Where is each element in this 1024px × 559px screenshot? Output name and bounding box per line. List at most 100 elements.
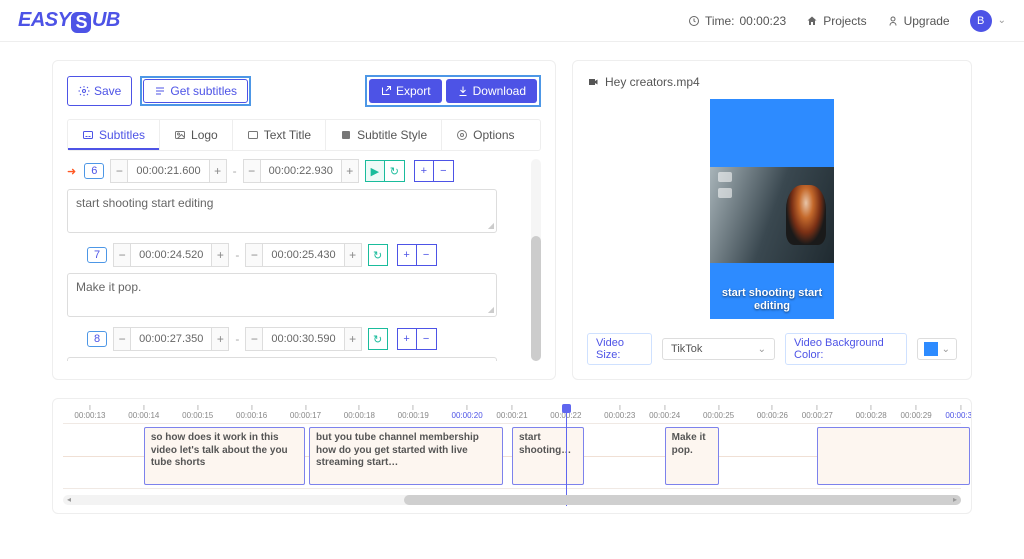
scroll-right-icon[interactable]: ▸ xyxy=(949,495,961,504)
subtitles-icon xyxy=(82,129,94,141)
decrement-button[interactable]: − xyxy=(245,327,263,351)
time-value[interactable]: 00:00:22.930 xyxy=(261,159,341,183)
user-menu[interactable]: B ⌄ xyxy=(970,10,1006,32)
timeline-scroll-thumb[interactable] xyxy=(404,495,961,505)
decrement-button[interactable]: − xyxy=(243,159,261,183)
increment-button[interactable]: + xyxy=(209,159,227,183)
export-icon xyxy=(380,85,392,97)
decrement-button[interactable]: − xyxy=(110,159,128,183)
header-right: Time: 00:00:23 Projects Upgrade B ⌄ xyxy=(688,10,1006,32)
save-button[interactable]: Save xyxy=(67,76,132,106)
remove-subtitle-button[interactable]: − xyxy=(417,244,437,266)
end-time-stepper[interactable]: −00:00:25.430+ xyxy=(245,243,361,267)
gear-icon xyxy=(78,85,90,97)
add-subtitle-button[interactable]: + xyxy=(397,328,417,350)
subtitle-row: 7−00:00:24.520+-−00:00:25.430+↻+−Make it… xyxy=(67,243,541,317)
refresh-icon[interactable]: ↻ xyxy=(368,328,388,350)
editor-panel: Save Get subtitles Export Download xyxy=(52,60,556,380)
ruler-tick: 00:00:17 xyxy=(290,405,321,420)
decrement-button[interactable]: − xyxy=(245,243,263,267)
nav-projects[interactable]: Projects xyxy=(806,14,866,28)
timeline-clip[interactable]: Make it pop. xyxy=(665,427,719,485)
remove-subtitle-button[interactable]: − xyxy=(434,160,454,182)
time-value[interactable]: 00:00:21.600 xyxy=(128,159,208,183)
time-value: 00:00:23 xyxy=(740,14,787,28)
brand-logo: EASYSUB xyxy=(18,9,120,32)
video-subject xyxy=(786,185,826,245)
tab-options[interactable]: Options xyxy=(442,120,528,150)
timeline-clip[interactable]: but you tube channel membership how do y… xyxy=(309,427,503,485)
timeline-clip[interactable]: so how does it work in this video let's … xyxy=(144,427,306,485)
scroll-left-icon[interactable]: ◂ xyxy=(63,495,75,504)
increment-button[interactable]: + xyxy=(211,243,229,267)
decrement-button[interactable]: − xyxy=(113,327,131,351)
video-bg-color-picker[interactable]: ⌄ xyxy=(917,338,957,360)
time-value[interactable]: 00:00:24.520 xyxy=(131,243,211,267)
editor-tabs: Subtitles Logo Text Title Subtitle Style… xyxy=(67,119,541,151)
video-controls: Video Size: TikTok ⌄ Video Background Co… xyxy=(587,333,957,365)
scroll-thumb[interactable] xyxy=(531,236,541,361)
tab-subtitles[interactable]: Subtitles xyxy=(68,120,160,150)
video-overlay-icons xyxy=(718,172,732,198)
export-button[interactable]: Export xyxy=(369,79,442,103)
start-time-stepper[interactable]: −00:00:24.520+ xyxy=(113,243,229,267)
timeline-ruler[interactable]: 00:00:13 00:00:14 00:00:15 00:00:16 00:00:17… xyxy=(63,405,961,423)
decrement-button[interactable]: − xyxy=(113,243,131,267)
start-time-stepper[interactable]: −00:00:21.600+ xyxy=(110,159,226,183)
ruler-tick: 00:00:20 xyxy=(452,405,483,420)
options-icon xyxy=(456,129,468,141)
time-value[interactable]: 00:00:25.430 xyxy=(263,243,343,267)
style-icon xyxy=(340,129,352,141)
subtitle-list: ➜6−00:00:21.600+-−00:00:22.930+▶↻+−start… xyxy=(67,159,541,361)
increment-button[interactable]: + xyxy=(344,327,362,351)
time-value[interactable]: 00:00:27.350 xyxy=(131,327,211,351)
subtitle-index: 6 xyxy=(84,163,104,179)
add-subtitle-button[interactable]: + xyxy=(414,160,434,182)
play-icon[interactable]: ▶ xyxy=(365,160,385,182)
nav-upgrade[interactable]: Upgrade xyxy=(887,14,950,28)
refresh-icon[interactable]: ↻ xyxy=(385,160,405,182)
remove-subtitle-button[interactable]: − xyxy=(417,328,437,350)
ruler-tick: 00:00:27 xyxy=(802,405,833,420)
ruler-tick: 00:00:14 xyxy=(128,405,159,420)
end-time-stepper[interactable]: −00:00:30.590+ xyxy=(245,327,361,351)
playhead[interactable] xyxy=(566,406,567,506)
increment-button[interactable]: + xyxy=(344,243,362,267)
get-subtitles-button[interactable]: Get subtitles xyxy=(143,79,248,103)
end-time-stepper[interactable]: −00:00:22.930+ xyxy=(243,159,359,183)
video-size-label: Video Size: xyxy=(587,333,652,365)
ruler-tick: 00:00:24 xyxy=(649,405,680,420)
subtitle-text-input[interactable]: ◢ xyxy=(67,357,497,361)
tab-subtitle-style[interactable]: Subtitle Style xyxy=(326,120,442,150)
ruler-tick: 00:00:16 xyxy=(236,405,267,420)
chevron-down-icon: ⌄ xyxy=(758,344,766,355)
add-subtitle-button[interactable]: + xyxy=(397,244,417,266)
time-value[interactable]: 00:00:30.590 xyxy=(263,327,343,351)
tab-text-title[interactable]: Text Title xyxy=(233,120,326,150)
subtitle-text-input[interactable]: start shooting start editing◢ xyxy=(67,189,497,233)
increment-button[interactable]: + xyxy=(211,327,229,351)
video-size-select[interactable]: TikTok ⌄ xyxy=(662,338,775,360)
video-caption: start shooting start editing xyxy=(714,287,830,313)
resize-handle[interactable]: ◢ xyxy=(488,221,494,230)
timeline-clip[interactable] xyxy=(817,427,970,485)
ruler-tick: 00:00:23 xyxy=(604,405,635,420)
ruler-tick: 00:00:13 xyxy=(74,405,105,420)
subtitle-text-input[interactable]: Make it pop.◢ xyxy=(67,273,497,317)
chevron-down-icon: ⌄ xyxy=(942,344,950,355)
video-preview[interactable]: start shooting start editing xyxy=(710,99,834,319)
start-time-stepper[interactable]: −00:00:27.350+ xyxy=(113,327,229,351)
refresh-icon[interactable]: ↻ xyxy=(368,244,388,266)
ruler-tick: 00:00:15 xyxy=(182,405,213,420)
timeline-clip[interactable]: start shooting… xyxy=(512,427,584,485)
timeline-track[interactable]: so how does it work in this video let's … xyxy=(63,423,961,489)
download-button[interactable]: Download xyxy=(446,79,537,103)
video-icon xyxy=(587,76,599,88)
list-scrollbar[interactable] xyxy=(531,159,541,361)
tab-logo[interactable]: Logo xyxy=(160,120,233,150)
color-swatch xyxy=(924,342,938,356)
resize-handle[interactable]: ◢ xyxy=(488,305,494,314)
home-icon xyxy=(806,15,818,27)
timeline-scrollbar[interactable]: ◂ ▸ xyxy=(63,495,961,505)
increment-button[interactable]: + xyxy=(341,159,359,183)
